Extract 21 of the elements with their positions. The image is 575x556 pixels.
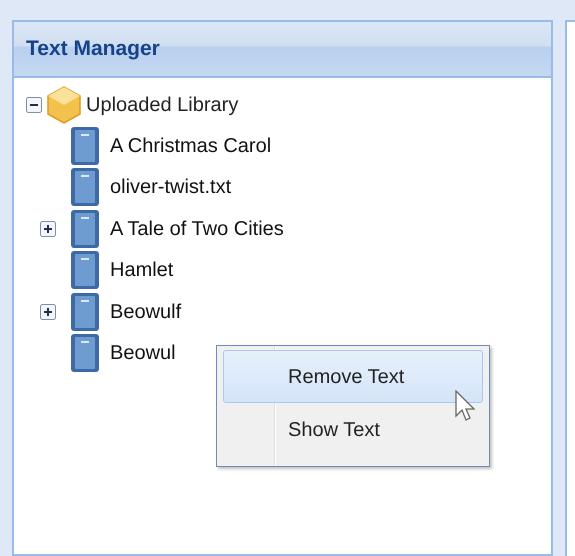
menu-item[interactable]: Remove Text <box>223 350 483 403</box>
tree-node-label[interactable]: Beowul <box>110 338 176 368</box>
tree-node-label[interactable]: oliver-twist.txt <box>110 172 232 202</box>
tree-node-label[interactable]: Uploaded Library <box>86 90 238 120</box>
cursor-icon <box>455 390 477 424</box>
book-icon <box>70 292 100 332</box>
cube-icon <box>46 86 82 124</box>
book-icon <box>70 126 100 166</box>
panel-title: Text Manager <box>26 36 160 62</box>
tree-node-label[interactable]: Hamlet <box>110 255 174 286</box>
book-icon <box>70 250 100 290</box>
book-icon <box>70 333 100 374</box>
tree-node-label[interactable]: Beowulf <box>110 296 182 327</box>
book-icon <box>70 167 100 208</box>
collapse-icon[interactable] <box>26 96 42 112</box>
tree-node-label[interactable]: A Tale of Two Cities <box>110 214 284 244</box>
expand-icon[interactable] <box>40 304 56 320</box>
menu-item[interactable]: Show Text <box>223 403 483 456</box>
book-icon <box>70 208 100 249</box>
tree-node-label[interactable]: A Christmas Carol <box>110 130 272 161</box>
expand-icon[interactable] <box>40 220 56 237</box>
